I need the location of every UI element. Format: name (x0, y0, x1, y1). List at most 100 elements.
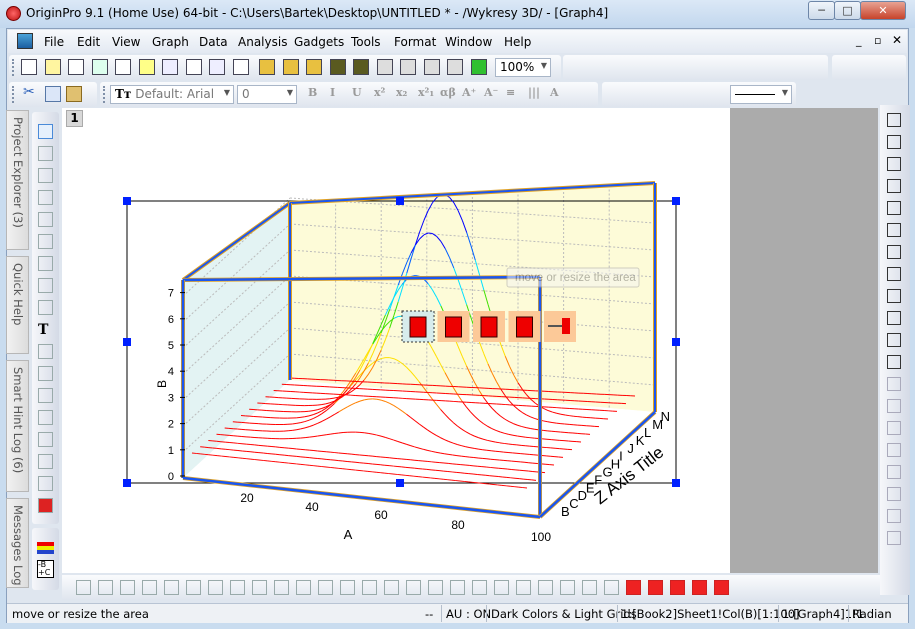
layer-tool-5-icon[interactable] (887, 223, 901, 237)
plot-type-28-icon[interactable] (692, 580, 707, 595)
layer-tool-1-icon[interactable] (887, 135, 901, 149)
curve-J-segment (317, 404, 322, 406)
z-tick-label: N (661, 409, 670, 424)
layer-tool-4-icon[interactable] (887, 201, 901, 215)
plot-type-27-icon[interactable] (670, 580, 685, 595)
layer-tool-2-icon[interactable] (887, 157, 901, 171)
curve-F-segment (474, 447, 479, 450)
plot-type-10-icon[interactable] (296, 580, 311, 595)
curve-J-segment (551, 421, 557, 424)
plot-type-17-icon[interactable] (450, 580, 465, 595)
stretch-button[interactable] (508, 311, 541, 342)
pin-button[interactable] (544, 311, 576, 342)
status-dash: -- (425, 607, 434, 621)
curve-H-segment (521, 436, 526, 438)
plot-type-16-icon[interactable] (428, 580, 443, 595)
plot-type-21-icon[interactable] (538, 580, 553, 595)
move-button[interactable] (401, 310, 435, 343)
x-tick-label: 20 (240, 491, 254, 505)
curve-E-segment (321, 434, 327, 436)
x-tick-label: 60 (374, 508, 388, 522)
resize-handle (123, 479, 131, 487)
bottom-toolbar (62, 575, 880, 600)
plot-type-20-icon[interactable] (516, 580, 531, 595)
3d-waterfall-plot[interactable]: 01234567B20406080100ABCDEFGHIJKLMNZ Axis… (0, 0, 915, 629)
plot-type-23-icon[interactable] (582, 580, 597, 595)
plot-type-1-icon[interactable] (98, 580, 113, 595)
y-tick-label: 6 (168, 314, 174, 326)
layer-tool-16-icon[interactable] (887, 465, 901, 479)
layer-tool-0-icon[interactable] (887, 113, 901, 127)
layer-tool-11-icon[interactable] (887, 355, 901, 369)
x-tick-label: 80 (451, 518, 465, 532)
curve-E-segment (309, 436, 314, 438)
layer-tool-10-icon[interactable] (887, 333, 901, 347)
curve-E-segment (444, 453, 449, 455)
x-tick-label: 40 (305, 500, 319, 514)
plot-type-26-icon[interactable] (648, 580, 663, 595)
pin-icon (562, 318, 570, 334)
plot-type-8-icon[interactable] (252, 580, 267, 595)
plot-type-3-icon[interactable] (142, 580, 157, 595)
layer-tool-15-icon[interactable] (887, 443, 901, 457)
status-bar: move or resize the area -- AU : ON Dark … (7, 603, 908, 623)
plot-type-6-icon[interactable] (208, 580, 223, 595)
layer-tool-18-icon[interactable] (887, 509, 901, 523)
resize-handle (123, 197, 131, 205)
resize-handle (123, 338, 131, 346)
resize-handle (672, 338, 680, 346)
layer-tool-12-icon[interactable] (887, 377, 901, 391)
curve-E-segment (364, 432, 369, 434)
plot-type-24-icon[interactable] (604, 580, 619, 595)
plot-type-14-icon[interactable] (384, 580, 399, 595)
plot-type-2-icon[interactable] (120, 580, 135, 595)
status-angle-unit[interactable]: Radian (852, 607, 892, 621)
plot-type-22-icon[interactable] (560, 580, 575, 595)
x-tick-label: 100 (531, 530, 551, 544)
layer-tool-9-icon[interactable] (887, 311, 901, 325)
status-hint: move or resize the area (12, 607, 149, 621)
resize-button[interactable] (437, 311, 470, 342)
curve-J-segment (556, 422, 561, 425)
layer-tool-19-icon[interactable] (887, 531, 901, 545)
plot-type-7-icon[interactable] (230, 580, 245, 595)
layer-tool-14-icon[interactable] (887, 421, 901, 435)
resize-handle (672, 197, 680, 205)
layer-tool-13-icon[interactable] (887, 399, 901, 413)
curve-K-segment (565, 414, 570, 417)
plot-type-25-icon[interactable] (626, 580, 641, 595)
curve-E-segment (330, 433, 335, 435)
layer-tool-3-icon[interactable] (887, 179, 901, 193)
plot-type-12-icon[interactable] (340, 580, 355, 595)
curve-H-segment (517, 435, 522, 438)
plot-type-29-icon[interactable] (714, 580, 729, 595)
plot-type-4-icon[interactable] (164, 580, 179, 595)
plot-type-18-icon[interactable] (472, 580, 487, 595)
plot-type-9-icon[interactable] (274, 580, 289, 595)
y-tick-label: 3 (168, 392, 174, 404)
status-active-data[interactable]: 1:[Book2]Sheet1!Col(B)[1:100] (621, 607, 800, 621)
curve-F-segment (486, 449, 492, 452)
layer-tool-7-icon[interactable] (887, 267, 901, 281)
plot-type-5-icon[interactable] (186, 580, 201, 595)
layer-tool-6-icon[interactable] (887, 245, 901, 259)
layer-tool-17-icon[interactable] (887, 487, 901, 501)
curve-G-segment (495, 441, 501, 444)
plot-type-19-icon[interactable] (494, 580, 509, 595)
plot-type-0-icon[interactable] (76, 580, 91, 595)
curve-F-segment (482, 449, 487, 451)
status-theme[interactable]: Dark Colors & Light Grids (491, 607, 637, 621)
curve-E-segment (334, 432, 339, 434)
z-tick-label: I (619, 449, 623, 464)
curve-J-segment (547, 421, 553, 423)
status-auto-update[interactable]: AU : ON (446, 607, 491, 621)
plot-type-15-icon[interactable] (406, 580, 421, 595)
curve-E-segment (456, 455, 462, 457)
layer-tool-8-icon[interactable] (887, 289, 901, 303)
plot-type-13-icon[interactable] (362, 580, 377, 595)
curve-K-segment (329, 397, 335, 400)
rotate-button[interactable] (473, 311, 505, 342)
plot-type-11-icon[interactable] (318, 580, 333, 595)
resize-handle (396, 197, 404, 205)
curve-J-segment (428, 232, 433, 235)
